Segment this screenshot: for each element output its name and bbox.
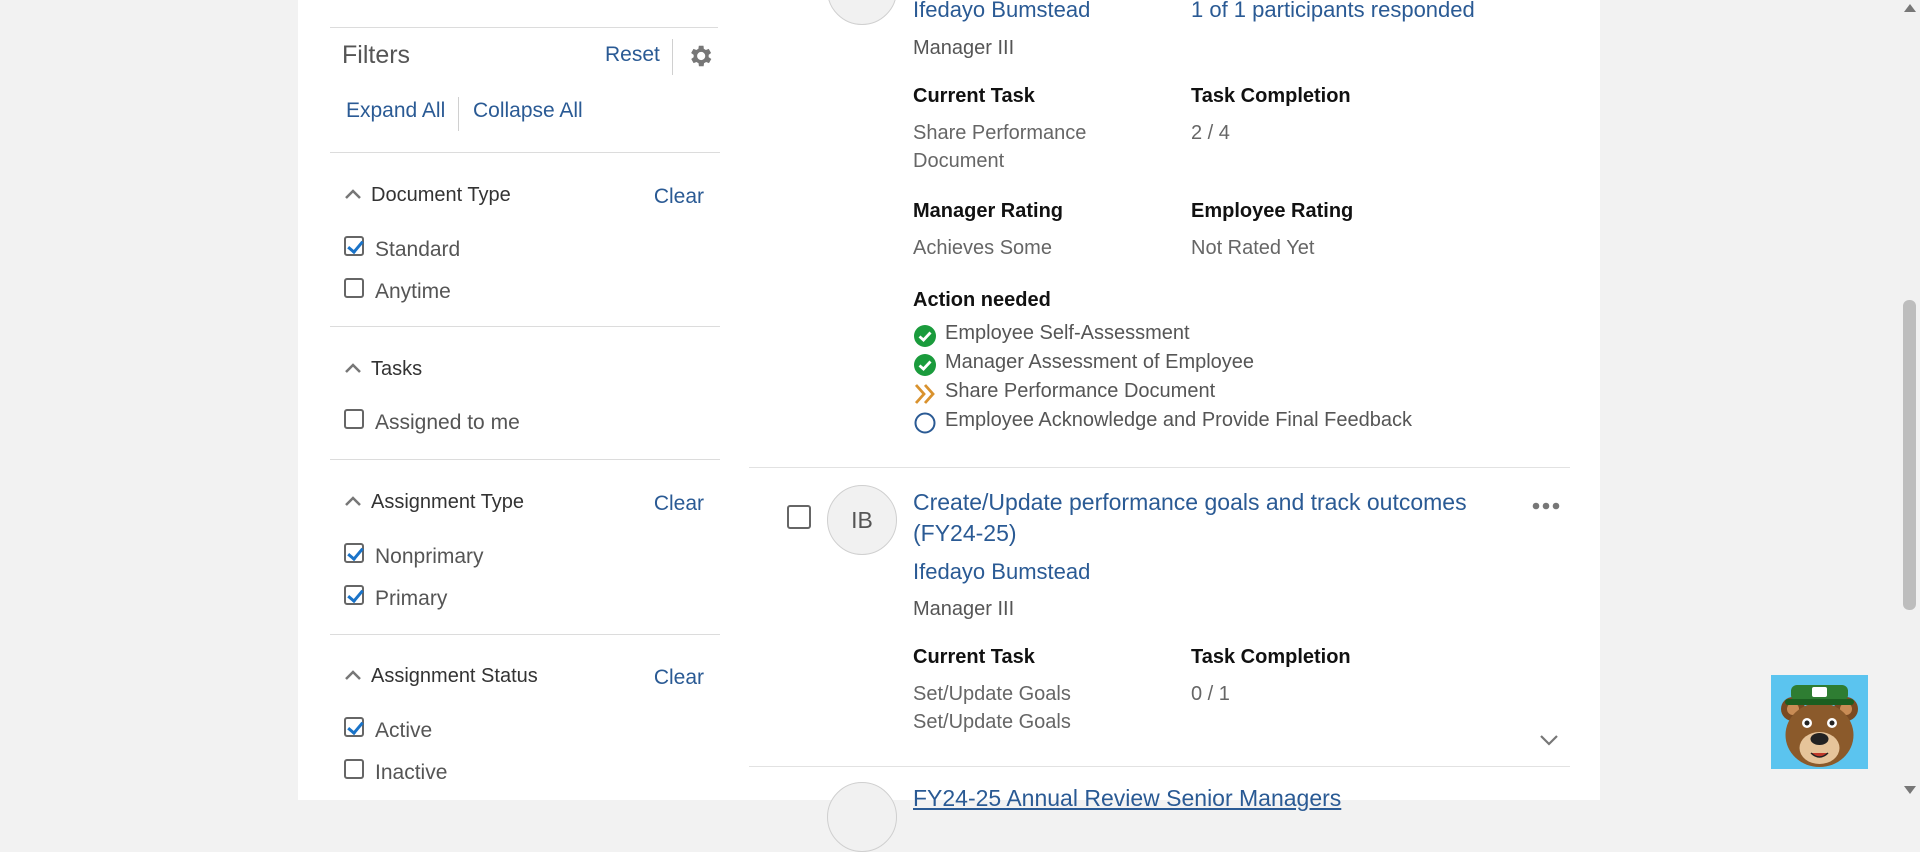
employee-rating-label: Employee Rating <box>1191 200 1354 222</box>
action-text: Employee Acknowledge and Provide Final F… <box>945 409 1412 431</box>
checkbox-active[interactable] <box>344 717 364 737</box>
filters-top-border <box>330 27 718 28</box>
chevron-up-icon[interactable] <box>344 495 362 507</box>
checkbox-nonprimary[interactable] <box>344 543 364 563</box>
current-task-value-line2: Set/Update Goals <box>913 711 1071 733</box>
clear-assignment-status-link[interactable]: Clear <box>654 666 704 690</box>
action-text: Share Performance Document <box>945 380 1216 402</box>
section-divider <box>330 152 720 153</box>
check-circle-icon <box>914 325 936 347</box>
checkbox-inactive[interactable] <box>344 759 364 779</box>
card-divider <box>749 766 1570 767</box>
action-needed-label: Action needed <box>913 289 1051 311</box>
checkbox-label-assigned-to-me: Assigned to me <box>375 411 520 434</box>
checkbox-standard[interactable] <box>344 236 364 256</box>
participants-responded-link[interactable]: 1 of 1 participants responded <box>1191 0 1475 23</box>
checkbox-primary[interactable] <box>344 585 364 605</box>
scroll-up-arrow-icon[interactable] <box>1904 4 1916 12</box>
person-role: Manager III <box>913 598 1015 620</box>
reset-filters-link[interactable]: Reset <box>605 43 660 67</box>
action-list: Employee Self-Assessment Manager Assessm… <box>913 322 1513 442</box>
person-role: Manager III <box>913 37 1015 59</box>
checkbox-label-primary: Primary <box>375 587 448 610</box>
task-completion-label: Task Completion <box>1191 646 1351 668</box>
checkbox-label-active: Active <box>375 719 433 742</box>
row-select-checkbox[interactable] <box>787 505 811 529</box>
expand-all-link[interactable]: Expand All <box>346 99 445 123</box>
clear-document-type-link[interactable]: Clear <box>654 185 704 209</box>
checkbox-label-nonprimary: Nonprimary <box>375 545 484 568</box>
chevron-up-icon[interactable] <box>344 188 362 200</box>
scrollbar-thumb[interactable] <box>1903 300 1916 610</box>
task-completion-value: 2 / 4 <box>1191 122 1230 144</box>
card-divider <box>749 467 1570 468</box>
section-title-assignment-type[interactable]: Assignment Type <box>371 491 524 514</box>
separator <box>672 39 673 75</box>
section-title-tasks[interactable]: Tasks <box>371 358 422 381</box>
more-options-icon[interactable] <box>1531 500 1561 512</box>
avatar <box>827 0 897 25</box>
double-chevron-right-icon <box>914 384 935 404</box>
section-title-assignment-status[interactable]: Assignment Status <box>371 665 538 688</box>
clear-assignment-type-link[interactable]: Clear <box>654 492 704 516</box>
chevron-up-icon[interactable] <box>344 669 362 681</box>
check-circle-icon <box>914 354 936 376</box>
section-divider <box>330 634 720 635</box>
checkbox-label-anytime: Anytime <box>375 280 451 303</box>
manager-rating-label: Manager Rating <box>913 200 1064 222</box>
avatar <box>827 782 897 852</box>
person-name-link[interactable]: Ifedayo Bumstead <box>913 0 1090 23</box>
current-task-value-line2: Document <box>913 150 1005 172</box>
current-task-label: Current Task <box>913 646 1035 668</box>
chevron-down-icon[interactable] <box>1539 734 1559 746</box>
document-title-line2[interactable]: (FY24-25) <box>913 518 1017 549</box>
employee-rating-value: Not Rated Yet <box>1191 237 1315 259</box>
collapse-all-link[interactable]: Collapse All <box>473 99 583 123</box>
current-task-value-line1: Set/Update Goals <box>913 683 1071 705</box>
section-divider <box>330 326 720 327</box>
section-divider <box>330 459 720 460</box>
action-text: Manager Assessment of Employee <box>945 351 1255 373</box>
separator <box>458 97 459 131</box>
person-name-link[interactable]: Ifedayo Bumstead <box>913 559 1090 585</box>
checkbox-label-inactive: Inactive <box>375 761 448 784</box>
gear-icon[interactable] <box>686 42 714 70</box>
document-title-line1[interactable]: FY24-25 Annual Review Senior Managers <box>913 783 1341 814</box>
filters-title: Filters <box>342 41 411 69</box>
action-text: Employee Self-Assessment <box>945 322 1190 344</box>
current-task-label: Current Task <box>913 85 1035 107</box>
mascot-avatar-icon[interactable] <box>1771 675 1868 769</box>
checkbox-assigned-to-me[interactable] <box>344 409 364 429</box>
empty-circle-icon <box>914 412 936 434</box>
scroll-down-arrow-icon[interactable] <box>1904 786 1916 794</box>
document-title-line1[interactable]: Create/Update performance goals and trac… <box>913 487 1467 518</box>
current-task-value-line1: Share Performance <box>913 122 1087 144</box>
task-completion-value: 0 / 1 <box>1191 683 1230 705</box>
task-completion-label: Task Completion <box>1191 85 1351 107</box>
chevron-up-icon[interactable] <box>344 362 362 374</box>
section-title-document-type[interactable]: Document Type <box>371 184 511 207</box>
avatar: IB <box>827 485 897 555</box>
checkbox-label-standard: Standard <box>375 238 461 261</box>
document-list: Ifedayo Bumstead 1 of 1 participants res… <box>749 0 1570 852</box>
manager-rating-value: Achieves Some <box>913 237 1052 259</box>
checkbox-anytime[interactable] <box>344 278 364 298</box>
